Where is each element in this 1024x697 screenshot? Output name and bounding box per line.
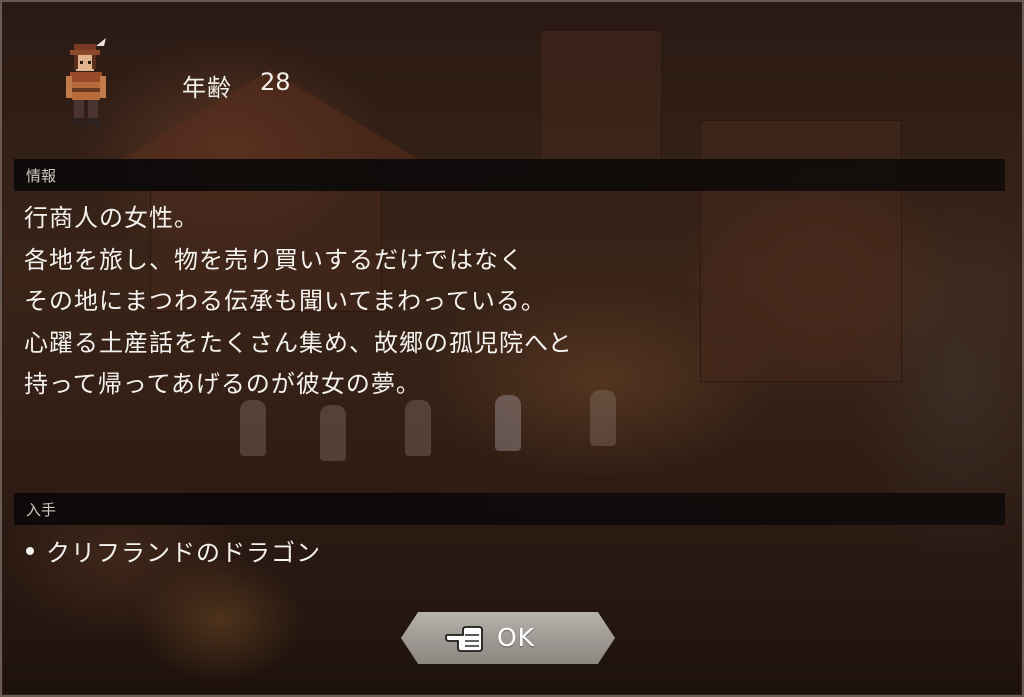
info-line: 心躍る土産話をたくさん集め、故郷の孤児院へと (24, 328, 573, 357)
info-line: その地にまつわる伝承も聞いてまわっている。 (24, 287, 546, 315)
age-label: 年齢 (182, 74, 232, 102)
background-character (320, 405, 346, 461)
info-line: 各地を旅し、物を売り買いするだけではなく (24, 245, 524, 274)
character-portrait (66, 38, 106, 126)
obtain-item: クリフランドのドラゴン (24, 533, 321, 568)
game-screen: 年齢 28 情報 行商人の女性。 各地を旅し、物を売り買いするだけではなく その… (0, 0, 1024, 697)
background-building-far (540, 30, 662, 172)
ok-button-label: OK (497, 623, 536, 652)
obtain-section-header: 入手 (14, 493, 1005, 525)
background-character (590, 390, 616, 446)
pointing-hand-icon (445, 626, 483, 652)
info-line: 持って帰ってあげるのが彼女の夢。 (24, 370, 421, 398)
ok-button[interactable]: OK (401, 612, 615, 664)
background-character (240, 400, 266, 456)
age-value: 28 (260, 68, 291, 96)
obtain-item-label: クリフランドのドラゴン (46, 539, 321, 567)
background-character (405, 400, 431, 456)
obtain-list: クリフランドのドラゴン (24, 533, 321, 568)
info-description: 行商人の女性。 各地を旅し、物を売り買いするだけではなく その地にまつわる伝承も… (24, 198, 573, 406)
info-section-header: 情報 (14, 159, 1005, 191)
info-line: 行商人の女性。 (24, 204, 199, 232)
bullet-icon (26, 546, 34, 555)
obtain-header-label: 入手 (26, 501, 57, 519)
info-header-label: 情報 (26, 167, 57, 185)
